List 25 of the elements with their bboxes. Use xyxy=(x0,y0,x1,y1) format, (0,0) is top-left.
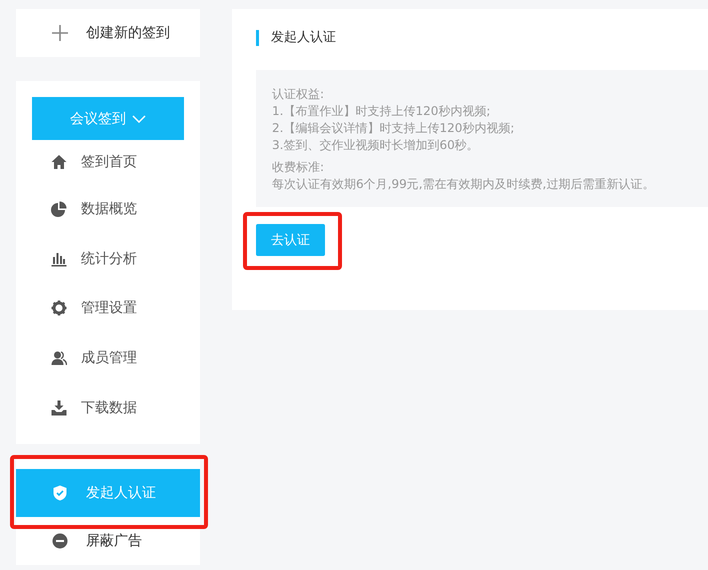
benefit-text: 1.【布置作业】时支持上传120秒内视频; xyxy=(272,103,492,120)
download-icon xyxy=(51,400,67,416)
benefit-text: 3.签到、交作业视频时长增加到60秒。 xyxy=(272,137,480,154)
create-signin-button[interactable]: 创建新的签到 xyxy=(16,9,200,57)
menu-item[interactable]: 屏蔽广告 xyxy=(16,517,200,566)
page-title: 发起人认证 xyxy=(256,30,708,46)
home-icon xyxy=(51,154,67,170)
menu-item[interactable]: 签到首页 xyxy=(32,140,184,184)
menu-item[interactable]: 下载数据 xyxy=(32,382,184,432)
menu-item[interactable]: 管理设置 xyxy=(32,283,184,334)
pricing-text: 每次认证有效期6个月,99元,需在有效期内及时续费,过期后需重新认证。 xyxy=(272,176,656,193)
menu-item[interactable]: 数据概览 xyxy=(32,184,184,234)
menu-item[interactable]: 统计分析 xyxy=(32,234,184,284)
pricing-heading: 收费标准: xyxy=(272,159,326,176)
plus-icon xyxy=(52,25,68,41)
shield-check-icon xyxy=(52,485,68,502)
pie-chart-icon xyxy=(51,200,67,217)
gear-icon xyxy=(51,300,67,316)
minus-circle-icon xyxy=(52,533,68,550)
chevron-down-icon xyxy=(132,114,146,122)
bar-chart-icon xyxy=(51,250,67,267)
menu-item[interactable]: 成员管理 xyxy=(32,333,184,383)
benefits-heading: 认证权益: xyxy=(272,86,326,103)
benefit-text: 2.【编辑会议详情】时支持上传120秒内视频; xyxy=(272,120,516,137)
users-icon xyxy=(51,350,67,366)
